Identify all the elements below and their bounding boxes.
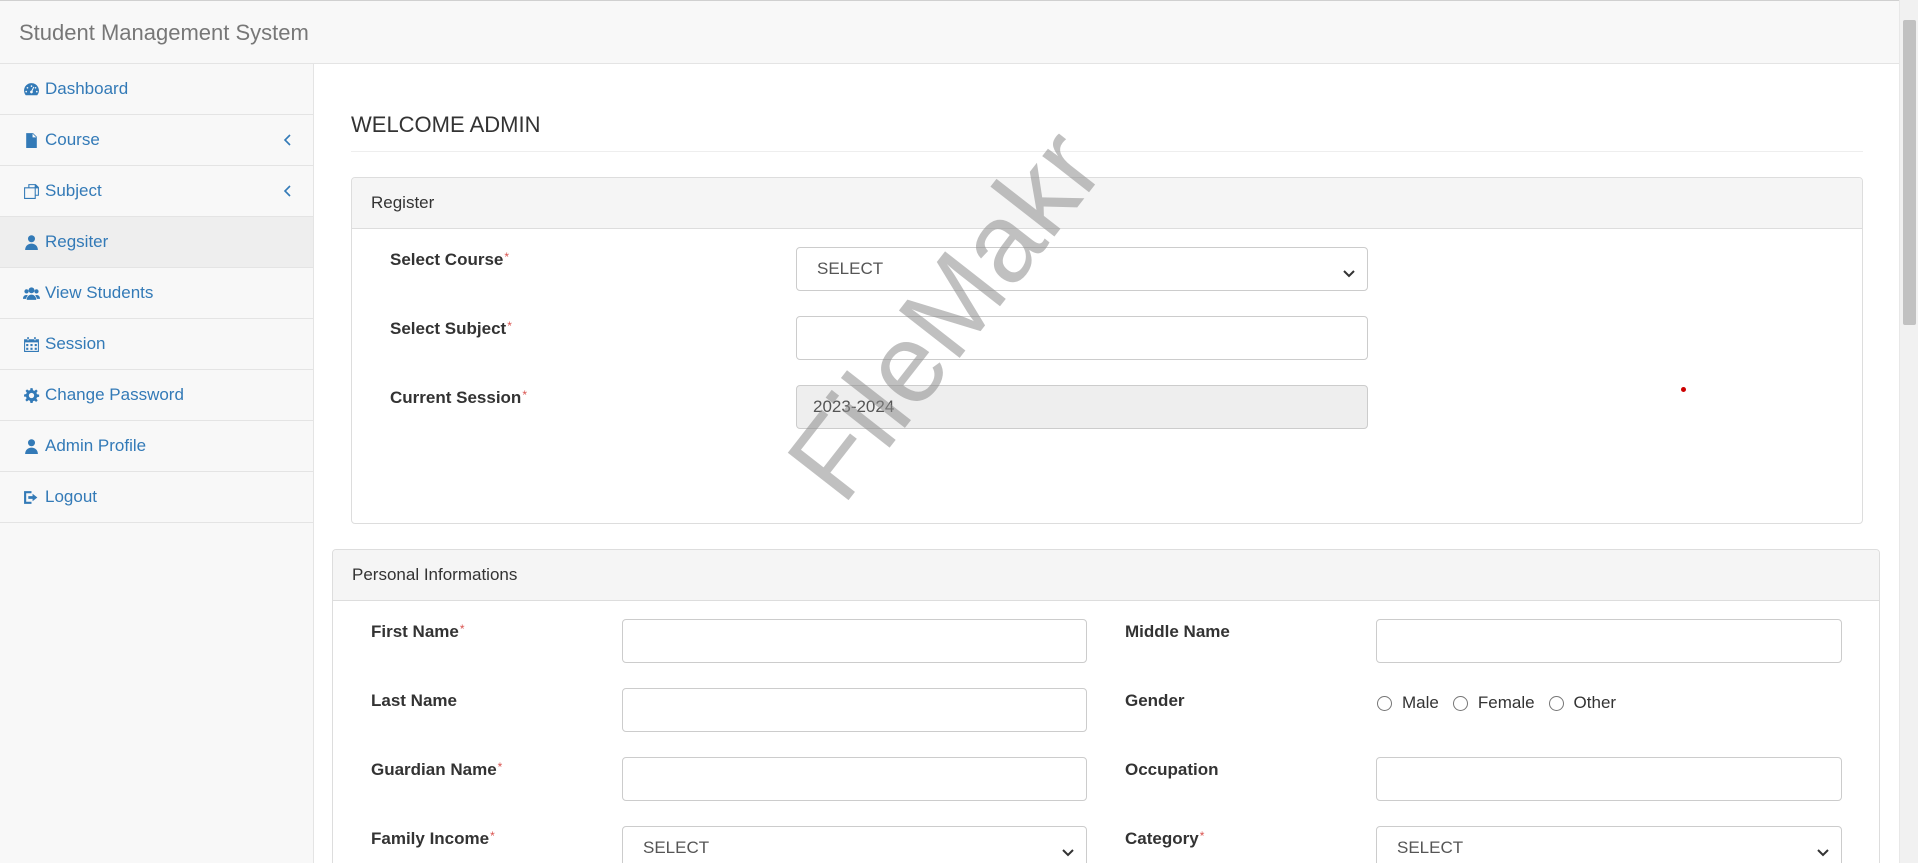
sign-out-icon	[21, 488, 41, 506]
middle-name-label: Middle Name	[1125, 622, 1230, 641]
sidebar-item-label: Dashboard	[45, 79, 129, 98]
chevron-down-icon	[1817, 843, 1829, 857]
select-subject-label: Select Subject*	[390, 319, 512, 338]
last-name-input[interactable]	[622, 688, 1087, 732]
sidebar-item-dashboard[interactable]: Dashboard	[0, 64, 313, 115]
family-income-label: Family Income*	[371, 829, 495, 848]
course-select[interactable]: SELECT	[796, 247, 1368, 291]
dashboard-icon	[21, 80, 41, 98]
sidebar-item-view-students[interactable]: View Students	[0, 268, 313, 319]
category-label: Category*	[1125, 829, 1205, 848]
user-icon	[21, 233, 41, 251]
file-icon	[21, 131, 41, 149]
gender-male-label: Male	[1402, 693, 1439, 712]
category-select[interactable]: SELECT	[1376, 826, 1842, 863]
first-name-label: First Name*	[371, 622, 465, 641]
occupation-label: Occupation	[1125, 760, 1219, 779]
page-title: WELCOME ADMIN	[351, 112, 541, 137]
gender-label: Gender	[1125, 691, 1185, 710]
family-income-select[interactable]: SELECT	[622, 826, 1087, 863]
personal-info-heading: Personal Informations	[333, 550, 1879, 601]
gender-female-label: Female	[1477, 693, 1535, 712]
sidebar-item-logout[interactable]: Logout	[0, 472, 313, 523]
calendar-icon	[21, 335, 41, 353]
sidebar-item-label: Session	[45, 334, 106, 353]
chevron-left-icon[interactable]	[283, 131, 293, 146]
copy-icon	[21, 182, 41, 200]
sidebar-item-label: Subject	[45, 181, 102, 200]
chevron-down-icon	[1062, 843, 1074, 857]
sidebar-item-label: Course	[45, 130, 100, 149]
users-icon	[21, 284, 41, 302]
sidebar-item-admin-profile[interactable]: Admin Profile	[0, 421, 313, 472]
subject-input[interactable]	[796, 316, 1368, 360]
last-name-label: Last Name	[371, 691, 457, 710]
personal-info-panel: Personal Informations	[332, 549, 1880, 863]
title-divider	[351, 151, 1863, 152]
sidebar-item-label: Logout	[45, 487, 97, 506]
chevron-down-icon	[1343, 264, 1355, 278]
sidebar-item-label: Change Password	[45, 385, 184, 404]
vertical-scrollbar[interactable]	[1899, 0, 1918, 863]
gender-radio-group: Male Female Other	[1377, 693, 1630, 713]
first-name-input[interactable]	[622, 619, 1087, 663]
middle-name-input[interactable]	[1376, 619, 1842, 663]
sidebar-item-course[interactable]: Course	[0, 115, 313, 166]
current-session-label: Current Session*	[390, 388, 527, 407]
gear-icon	[21, 386, 41, 404]
gender-female-radio[interactable]	[1452, 695, 1468, 711]
scrollbar-thumb[interactable]	[1903, 20, 1916, 325]
sidebar-item-label: Regsiter	[45, 232, 109, 251]
guardian-name-label: Guardian Name*	[371, 760, 503, 779]
top-navbar: Student Management System	[0, 0, 1899, 64]
select-course-label: Select Course*	[390, 250, 510, 269]
user-icon	[21, 437, 41, 455]
sidebar-item-session[interactable]: Session	[0, 319, 313, 370]
sidebar-item-label: Admin Profile	[45, 436, 147, 455]
sidebar-item-label: View Students	[45, 283, 154, 302]
red-dot-marker	[1681, 387, 1686, 392]
chevron-left-icon[interactable]	[283, 182, 293, 197]
sidebar-item-subject[interactable]: Subject	[0, 166, 313, 217]
register-panel-heading: Register	[352, 178, 1862, 229]
sidebar-item-register[interactable]: Regsiter	[0, 217, 313, 268]
gender-other-label: Other	[1573, 693, 1617, 712]
occupation-input[interactable]	[1376, 757, 1842, 801]
gender-male-radio[interactable]	[1377, 695, 1392, 711]
sidebar-item-change-password[interactable]: Change Password	[0, 370, 313, 421]
app-title[interactable]: Student Management System	[19, 20, 309, 46]
gender-other-radio[interactable]	[1548, 695, 1564, 711]
sidebar: Dashboard Course Subject Regsiter View S…	[0, 64, 314, 863]
guardian-name-input[interactable]	[622, 757, 1087, 801]
session-input[interactable]: 2023-2024	[796, 385, 1368, 429]
